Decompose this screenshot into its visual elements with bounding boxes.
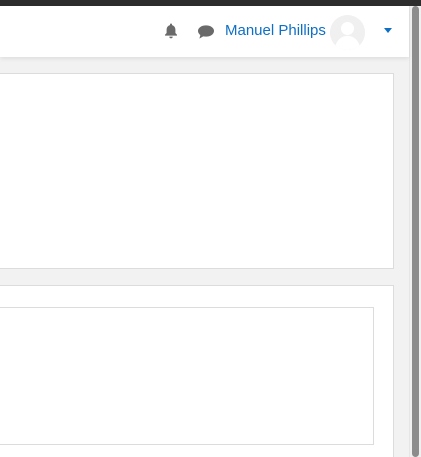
avatar-icon (330, 15, 365, 50)
caret-down-icon[interactable] (384, 28, 392, 33)
user-menu-name[interactable]: Manuel Phillips (225, 22, 326, 40)
chat-icon[interactable] (197, 24, 215, 40)
navbar: Manuel Phillips (0, 6, 409, 57)
inner-content-box (0, 307, 374, 445)
user-avatar[interactable] (330, 15, 365, 50)
content-card-top (0, 73, 394, 269)
scrollbar-thumb[interactable] (412, 6, 419, 457)
bell-icon[interactable] (163, 22, 179, 40)
page: Manuel Phillips (0, 0, 421, 457)
